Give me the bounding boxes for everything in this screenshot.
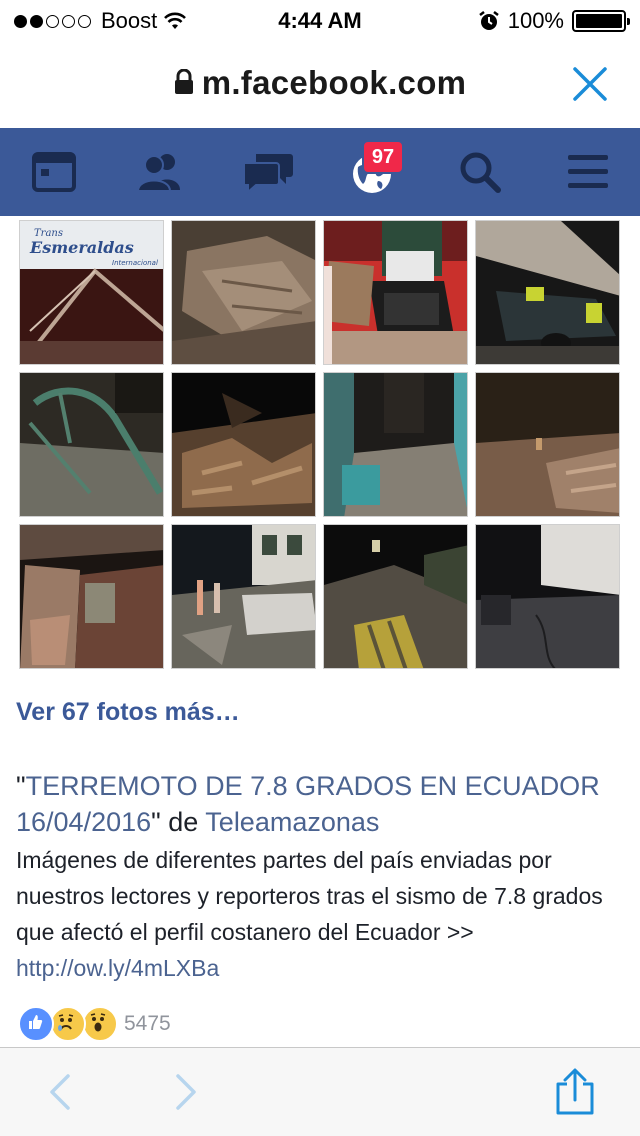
battery-icon bbox=[572, 10, 630, 32]
alarm-icon bbox=[478, 11, 499, 30]
photo-thumbnail[interactable] bbox=[475, 524, 620, 669]
battery-percent: 100% bbox=[507, 8, 564, 33]
photo-thumbnail[interactable] bbox=[475, 220, 620, 365]
more-photos-link[interactable]: Ver 67 fotos más… bbox=[16, 698, 240, 727]
sad-reaction-icon bbox=[50, 1006, 86, 1042]
reaction-count: 5475 bbox=[124, 1012, 171, 1035]
news-feed-icon[interactable] bbox=[26, 148, 82, 196]
sign-text-internacional: Internacional bbox=[112, 259, 158, 267]
photo-thumbnail[interactable] bbox=[171, 372, 316, 517]
photo-thumbnail[interactable] bbox=[323, 220, 468, 365]
photo-thumbnail[interactable] bbox=[323, 372, 468, 517]
sign-text-esmeraldas: Esmeraldas bbox=[29, 238, 134, 257]
url-text: m.facebook.com bbox=[201, 64, 467, 101]
photo-thumbnail[interactable] bbox=[19, 372, 164, 517]
description-text: Imágenes de diferentes partes del país e… bbox=[16, 847, 603, 945]
menu-icon[interactable] bbox=[560, 148, 616, 196]
url-display[interactable]: m.facebook.com bbox=[0, 64, 640, 102]
messages-icon[interactable] bbox=[240, 148, 296, 196]
wow-reaction-icon bbox=[82, 1006, 118, 1042]
external-link[interactable]: http://ow.ly/4mLXBa bbox=[16, 955, 219, 981]
browser-url-bar: m.facebook.com bbox=[0, 40, 640, 128]
share-icon[interactable] bbox=[552, 1068, 598, 1116]
reactions-summary[interactable]: 5475 bbox=[18, 1006, 171, 1042]
photo-thumbnail[interactable] bbox=[323, 524, 468, 669]
friends-icon[interactable] bbox=[132, 148, 188, 196]
close-icon[interactable] bbox=[570, 64, 610, 104]
lock-icon bbox=[174, 69, 193, 95]
browser-toolbar bbox=[0, 1048, 640, 1136]
photo-thumbnail[interactable]: Trans Esmeraldas Internacional bbox=[19, 220, 164, 365]
quote-open: " bbox=[16, 771, 26, 801]
by-word: de bbox=[160, 807, 206, 837]
forward-chevron-icon[interactable] bbox=[170, 1072, 202, 1112]
album-title-line: "TERREMOTO DE 7.8 GRADOS EN ECUADOR 16/0… bbox=[16, 768, 626, 840]
back-chevron-icon[interactable] bbox=[44, 1072, 76, 1112]
post-description: Imágenes de diferentes partes del país e… bbox=[16, 842, 626, 986]
search-icon[interactable] bbox=[452, 148, 508, 196]
page-name-link[interactable]: Teleamazonas bbox=[205, 807, 379, 837]
notification-badge: 97 bbox=[362, 140, 404, 174]
photo-thumbnail[interactable] bbox=[19, 524, 164, 669]
photo-thumbnail[interactable] bbox=[171, 524, 316, 669]
status-right: 100% bbox=[478, 8, 630, 34]
quote-close: " bbox=[151, 807, 161, 837]
photo-thumbnail[interactable] bbox=[171, 220, 316, 365]
photo-thumbnail[interactable] bbox=[475, 372, 620, 517]
like-reaction-icon bbox=[18, 1006, 54, 1042]
facebook-nav-bar bbox=[0, 128, 640, 216]
status-bar: Boost 4:44 AM 100% bbox=[0, 0, 640, 40]
